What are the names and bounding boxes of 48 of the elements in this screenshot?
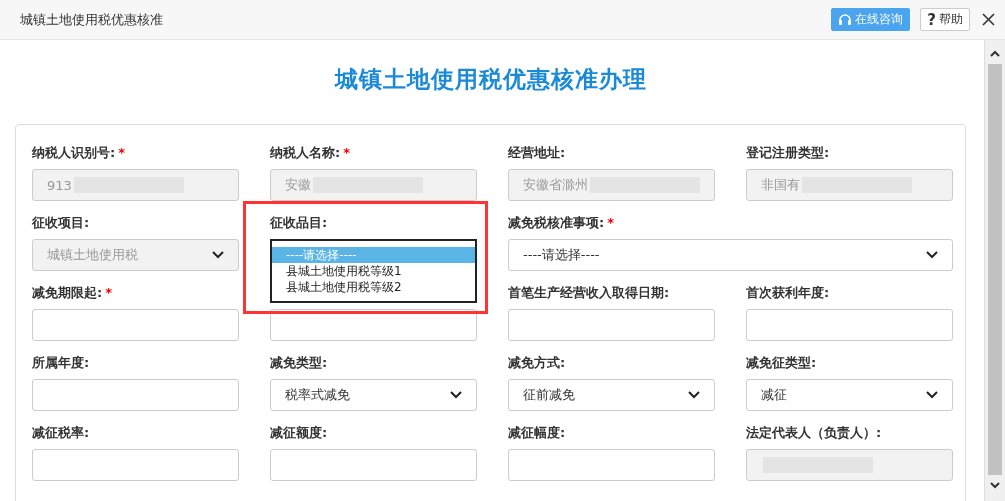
window-title: 城镇土地使用税优惠核准	[20, 10, 164, 29]
required-mark: *	[118, 145, 125, 160]
field-label: 所属年度:	[32, 355, 90, 370]
dropdown-field[interactable]: 税率式减免	[270, 379, 477, 411]
dropdown-field[interactable]: 减征	[746, 379, 953, 411]
scrollbar[interactable]	[984, 40, 1005, 501]
dropdown-option[interactable]: 县城土地使用税等级2	[272, 279, 475, 295]
field-label: 减免征类型:	[746, 355, 817, 370]
chevron-down-icon	[688, 391, 700, 399]
field-label: 减征幅度:	[508, 425, 566, 440]
field-label: 减征税率:	[32, 425, 90, 440]
dropdown-field[interactable]: ----请选择----	[508, 239, 953, 271]
required-mark: *	[607, 215, 614, 230]
input-field[interactable]	[32, 309, 239, 341]
field-label: 减免方式:	[508, 355, 566, 370]
headset-icon	[838, 12, 853, 27]
chevron-down-icon	[926, 251, 938, 259]
close-icon[interactable]	[982, 13, 995, 26]
field-label: 法定代表人（负责人）:	[746, 425, 882, 440]
input-field[interactable]	[746, 309, 953, 341]
input-field[interactable]	[508, 309, 715, 341]
chevron-down-icon	[212, 251, 224, 259]
field-label: 纳税人识别号:	[32, 145, 116, 160]
field-label: 征收品目:	[270, 215, 328, 230]
field-label: 首次获利年度:	[746, 285, 830, 300]
page-heading: 城镇土地使用税优惠核准办理	[333, 65, 648, 94]
required-mark: *	[343, 145, 350, 160]
field-label: 首笔生产经营收入取得日期:	[508, 285, 670, 300]
field-label: 减免类型:	[270, 355, 328, 370]
field-label: 减免期限起:	[32, 285, 103, 300]
field-label: 减征额度:	[270, 425, 328, 440]
field-label: 征收项目:	[32, 215, 90, 230]
field-label: 登记注册类型:	[746, 145, 830, 160]
field-label: 减免税核准事项:	[508, 215, 605, 230]
chevron-down-icon	[450, 391, 462, 399]
input-field[interactable]	[32, 449, 239, 481]
field-label: 经营地址:	[508, 145, 566, 160]
input-field[interactable]	[270, 449, 477, 481]
dropdown-option[interactable]: 县城土地使用税等级1	[272, 263, 475, 279]
scrollbar-thumb[interactable]	[988, 64, 1002, 475]
required-mark: *	[105, 285, 112, 300]
scroll-down-icon[interactable]	[989, 479, 1001, 491]
input-field[interactable]	[32, 379, 239, 411]
help-button[interactable]: ? 帮助	[920, 8, 970, 31]
chevron-down-icon	[926, 391, 938, 399]
input-field[interactable]	[508, 449, 715, 481]
dropdown-field[interactable]: 征前减免	[508, 379, 715, 411]
field-label: 纳税人名称:	[270, 145, 341, 160]
